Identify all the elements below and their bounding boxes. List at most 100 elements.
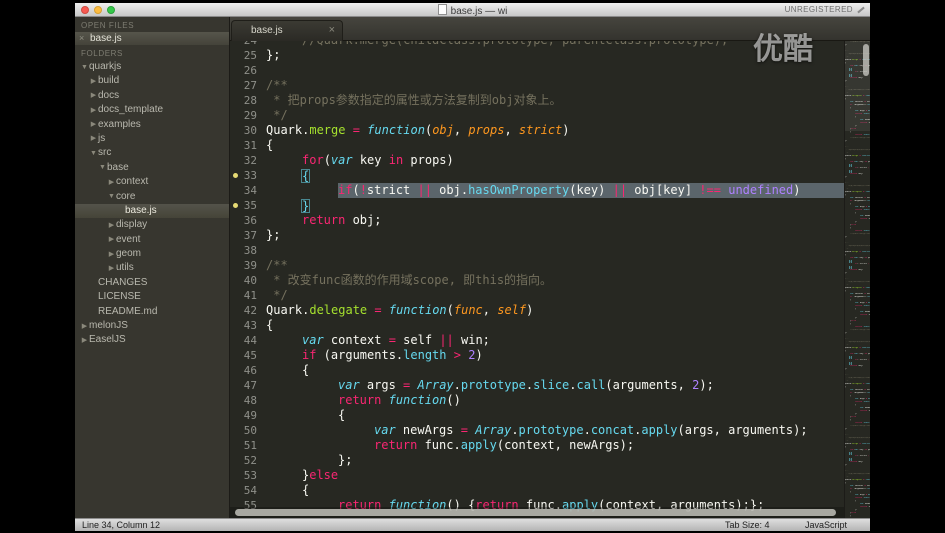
code-line-29[interactable]: */ — [266, 108, 844, 123]
line-number: 24 — [230, 41, 266, 48]
line-number: 37 — [243, 229, 257, 242]
tree-item-label: base.js — [125, 204, 157, 216]
titlebar[interactable]: base.js — wi UNREGISTERED — [75, 3, 870, 17]
code-line-32[interactable]: for(var key in props) — [266, 153, 844, 168]
code-line-50[interactable]: var newArgs = Array. prototype. concat. app… — [266, 423, 844, 438]
minimap[interactable]: //Quark.merge(childClass.prototype, pare… — [844, 41, 870, 518]
status-bar: Line 34, Column 12 Tab Size: 4 JavaScrip… — [75, 518, 870, 531]
selection-fill — [800, 183, 844, 198]
disclosure-right-icon[interactable]: ▶ — [80, 320, 89, 334]
code-line-47[interactable]: var args = Array. prototype. slice. call (ar… — [266, 378, 844, 393]
tree-item-easeljs[interactable]: ▶ EaselJS — [75, 333, 229, 347]
vertical-scrollbar[interactable] — [863, 44, 869, 76]
code-line-31[interactable]: { — [266, 138, 844, 153]
disclosure-right-icon[interactable]: ▶ — [89, 118, 98, 132]
syntax-indicator[interactable]: JavaScript — [805, 520, 847, 530]
tree-item-label: display — [116, 219, 148, 231]
minimize-window-button[interactable] — [94, 6, 102, 14]
tree-item-label: EaselJS — [89, 334, 126, 346]
tree-item-context[interactable]: ▶ context — [75, 175, 229, 189]
code-line-54[interactable]: { — [266, 483, 844, 498]
disclosure-right-icon[interactable]: ▶ — [89, 104, 98, 118]
code-line-38[interactable] — [266, 243, 844, 258]
disclosure-down-icon[interactable]: ▼ — [89, 147, 98, 161]
disclosure-right-icon[interactable]: ▶ — [107, 219, 116, 233]
disclosure-right-icon[interactable]: ▶ — [107, 176, 116, 190]
code-line-41[interactable]: */ — [266, 288, 844, 303]
code-line-45[interactable]: if (arguments. length > 2) — [266, 348, 844, 363]
line-number: 43 — [243, 319, 257, 332]
disclosure-down-icon[interactable]: ▼ — [80, 61, 89, 75]
tree-item-readme-md[interactable]: README.md — [75, 305, 229, 319]
tree-item-label: docs_template — [98, 104, 164, 116]
code-line-33[interactable]: { — [266, 168, 844, 183]
tree-item-build[interactable]: ▶ build — [75, 74, 229, 88]
disclosure-right-icon[interactable]: ▶ — [107, 233, 116, 247]
code-area[interactable]: //Quark.merge(childClass.prototype, pare… — [266, 41, 844, 518]
tree-item-label: core — [116, 190, 136, 202]
video-frame: base.js — wi UNREGISTERED OPEN FILES × b… — [0, 0, 945, 533]
sidebar: OPEN FILES × base.js FOLDERS ▼quarkjs ▶ bu… — [75, 17, 230, 518]
zoom-window-button[interactable] — [107, 6, 115, 14]
tree-item-label: melonJS — [89, 320, 128, 332]
code-line-44[interactable]: var context = self || win; — [266, 333, 844, 348]
disclosure-right-icon[interactable]: ▶ — [80, 334, 89, 348]
editor[interactable]: 2425 26 27 28 29 30 31 3233343536 37 38 39 40 41 42 43… — [230, 41, 870, 518]
disclosure-right-icon[interactable]: ▶ — [107, 248, 116, 262]
tree-item-docs-template[interactable]: ▶ docs_template — [75, 103, 229, 117]
close-file-icon[interactable]: × — [79, 32, 84, 45]
tree-item-src[interactable]: ▼src — [75, 146, 229, 160]
code-line-34[interactable]: if(! strict || obj. hasOwnProperty (key) ||… — [266, 183, 844, 198]
disclosure-right-icon[interactable]: ▶ — [89, 75, 98, 89]
tab-size-indicator[interactable]: Tab Size: 4 — [725, 520, 770, 530]
code-line-39[interactable]: /** — [266, 258, 844, 273]
tree-item-display[interactable]: ▶ display — [75, 218, 229, 232]
tree-item-license[interactable]: LICENSE — [75, 290, 229, 304]
code-line-42[interactable]: Quark. delegate = function(func, self) — [266, 303, 844, 318]
tree-item-label: event — [116, 233, 141, 245]
code-line-36[interactable]: return obj; — [266, 213, 844, 228]
disclosure-down-icon[interactable]: ▼ — [98, 161, 107, 175]
unregistered-label: UNREGISTERED — [784, 5, 853, 14]
tree-item-docs[interactable]: ▶ docs — [75, 89, 229, 103]
horizontal-scrollbar[interactable] — [235, 509, 836, 516]
code-line-52[interactable]: }; — [266, 453, 844, 468]
tab-close-icon[interactable]: × — [329, 21, 335, 40]
code-line-51[interactable]: return func. apply (context, newArgs); — [266, 438, 844, 453]
disclosure-right-icon[interactable]: ▶ — [89, 89, 98, 103]
code-line-35[interactable]: } — [266, 198, 844, 213]
code-line-53[interactable]: } else — [266, 468, 844, 483]
tree-item-label: src — [98, 147, 112, 159]
tree-item-utils[interactable]: ▶ utils — [75, 261, 229, 275]
disclosure-down-icon[interactable]: ▼ — [107, 190, 116, 204]
open-file-label: base.js — [90, 33, 122, 44]
code-line-46[interactable]: { — [266, 363, 844, 378]
tree-item-event[interactable]: ▶ event — [75, 233, 229, 247]
code-line-28[interactable]: * 把props参数指定的属性或方法复制到obj对象上。 — [266, 93, 844, 108]
code-line-43[interactable]: { — [266, 318, 844, 333]
code-line-30[interactable]: Quark. merge = function(obj, props, stric… — [266, 123, 844, 138]
tree-item-quarkjs[interactable]: ▼quarkjs — [75, 60, 229, 74]
tree-item-js[interactable]: ▶ js — [75, 132, 229, 146]
disclosure-right-icon[interactable]: ▶ — [89, 132, 98, 146]
code-line-40[interactable]: * 改变func函数的作用域scope, 即this的指向。 — [266, 273, 844, 288]
tree-item-examples[interactable]: ▶ examples — [75, 118, 229, 132]
tree-item-changes[interactable]: CHANGES — [75, 276, 229, 290]
line-number: 45 — [243, 349, 257, 362]
code-line-49[interactable]: { — [266, 408, 844, 423]
code-line-27[interactable]: /** — [266, 78, 844, 93]
tree-item-label: LICENSE — [98, 291, 141, 303]
code-line-48[interactable]: return function() — [266, 393, 844, 408]
code-line-37[interactable]: }; — [266, 228, 844, 243]
tree-item-base[interactable]: ▼base — [75, 161, 229, 175]
tree-item-core[interactable]: ▼core — [75, 190, 229, 204]
tree-item-base-js[interactable]: base.js — [75, 203, 229, 219]
tree-item-geom[interactable]: ▶ geom — [75, 247, 229, 261]
close-window-button[interactable] — [81, 6, 89, 14]
disclosure-right-icon[interactable]: ▶ — [107, 262, 116, 276]
tree-item-label: build — [98, 75, 120, 87]
tree-item-melonjs[interactable]: ▶ melonJS — [75, 319, 229, 333]
tab-basejs[interactable]: base.js × — [231, 20, 343, 41]
tree-item-label: quarkjs — [89, 61, 122, 72]
open-file-item-basejs[interactable]: × base.js — [75, 32, 229, 45]
